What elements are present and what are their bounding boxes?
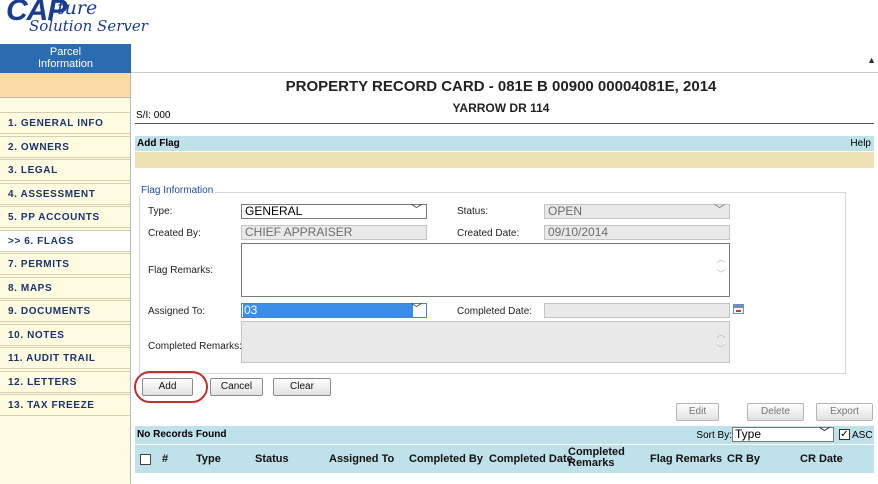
help-link[interactable]: Help (850, 136, 871, 151)
select-all-checkbox[interactable] (140, 454, 151, 465)
assigned-to-select[interactable]: 03 ﹀ (241, 303, 427, 318)
tab-parcel-information[interactable]: Parcel Information (0, 44, 131, 73)
created-date-field: 09/10/2014 (544, 225, 730, 240)
sidebar-item-general-info[interactable]: 1. GENERAL INFO (0, 112, 130, 134)
column-header-type[interactable]: Type (196, 453, 221, 465)
created-by-label: Created By: (148, 228, 201, 239)
message-bar (135, 152, 874, 168)
flag-remarks-label: Flag Remarks: (148, 265, 214, 276)
created-by-field: CHIEF APPRAISER (241, 225, 427, 240)
records-status: No Records Found (137, 429, 227, 440)
chevron-down-icon: ﹀ (819, 427, 830, 439)
sidebar-item-flags[interactable]: >> 6. FLAGS (0, 229, 130, 252)
scroll-arrows-icon: ︿ ﹀ (716, 254, 726, 279)
column-header-status[interactable]: Status (255, 453, 289, 465)
delete-button[interactable]: Delete (747, 403, 804, 421)
sidebar-item-letters[interactable]: 12. LETTERS (0, 370, 130, 393)
type-select[interactable]: GENERAL ﹀ (241, 204, 427, 219)
page-subtitle: YARROW DR 114 (452, 101, 550, 115)
column-header-cr-date[interactable]: CR Date (800, 453, 843, 465)
sidebar-item-owners[interactable]: 2. OWNERS (0, 135, 130, 158)
sidebar-item-legal[interactable]: 3. LEGAL (0, 159, 130, 181)
sidebar-item-documents[interactable]: 9. DOCUMENTS (0, 300, 130, 322)
caret-up-icon: ▲ (867, 55, 876, 65)
sidebar-item-notes[interactable]: 10. NOTES (0, 323, 130, 346)
page-title: PROPERTY RECORD CARD - 081E B 00900 0000… (285, 78, 717, 95)
sidebar-item-maps[interactable]: 8. MAPS (0, 276, 130, 299)
column-header-completed-remarks[interactable]: Completed Remarks (568, 447, 625, 469)
completed-remarks-line2: Remarks (568, 457, 615, 469)
logo-subtitle: Solution Server (29, 17, 148, 35)
completed-remarks-textarea: ︿ ﹀ (241, 321, 730, 363)
assigned-to-value: 03 (243, 304, 413, 317)
clear-button[interactable]: Clear (273, 378, 331, 396)
column-header-flag-remarks[interactable]: Flag Remarks (650, 453, 722, 465)
chevron-down-icon: ﹀ (411, 303, 422, 315)
sidebar-header (0, 73, 130, 98)
asc-checkbox[interactable]: ✓ (839, 429, 850, 440)
asc-label: ASC (852, 430, 873, 441)
calendar-icon[interactable] (733, 304, 744, 314)
column-header-cr-by[interactable]: CR By (727, 453, 760, 465)
sort-by-label: Sort By: (696, 430, 732, 441)
sort-by-value: Type (735, 427, 762, 441)
completed-remarks-label: Completed Remarks: (148, 341, 242, 352)
add-flag-label: Add Flag (137, 138, 180, 149)
flag-remarks-textarea[interactable]: ︿ ﹀ (241, 243, 730, 297)
status-select: OPEN ﹀ (544, 204, 730, 219)
chevron-down-icon: ﹀ (714, 204, 725, 216)
tab-label-line1: Parcel (49, 46, 82, 58)
type-label: Type: (148, 206, 173, 217)
assigned-to-label: Assigned To: (148, 306, 206, 317)
si-label: S/I: 000 (136, 110, 171, 121)
completed-date-label: Completed Date: (457, 306, 533, 317)
sidebar-item-audit-trail[interactable]: 11. AUDIT TRAIL (0, 347, 130, 369)
status-value: OPEN (548, 204, 583, 218)
sidebar-item-assessment[interactable]: 4. ASSESSMENT (0, 182, 130, 205)
column-header-num[interactable]: # (162, 453, 168, 465)
capture-logo: CAP ture Solution Server (0, 0, 260, 44)
sidebar-item-pp-accounts[interactable]: 5. PP ACCOUNTS (0, 206, 130, 228)
fieldset-legend: Flag Information (139, 185, 216, 196)
top-tab-strip (131, 44, 878, 73)
sidebar-item-tax-freeze[interactable]: 13. TAX FREEZE (0, 394, 130, 416)
tab-label-line2: Information (37, 58, 94, 70)
add-button[interactable]: Add (142, 378, 193, 396)
sort-by-select[interactable]: Type ﹀ (732, 427, 834, 442)
column-header-completed-date[interactable]: Completed Date (489, 453, 573, 465)
scroll-arrows-icon: ︿ ﹀ (716, 329, 726, 354)
sidebar-item-permits[interactable]: 7. PERMITS (0, 253, 130, 275)
type-value: GENERAL (245, 204, 303, 218)
column-header-assigned-to[interactable]: Assigned To (329, 453, 394, 465)
main-content: PROPERTY RECORD CARD - 081E B 00900 0000… (131, 73, 878, 484)
status-label: Status: (457, 206, 489, 217)
completed-date-field (544, 303, 730, 318)
export-button[interactable]: Export (816, 403, 873, 421)
created-date-label: Created Date: (457, 228, 520, 239)
sidebar: 1. GENERAL INFO 2. OWNERS 3. LEGAL 4. AS… (0, 73, 131, 484)
records-table-header: # Type Status Assigned To Completed By C… (135, 445, 874, 473)
column-header-completed-by[interactable]: Completed By (409, 453, 483, 465)
edit-button[interactable]: Edit (676, 403, 719, 421)
cancel-button[interactable]: Cancel (210, 378, 263, 396)
chevron-down-icon: ﹀ (411, 204, 422, 216)
header-divider (135, 123, 874, 124)
add-flag-bar: Add Flag Help (135, 136, 874, 151)
